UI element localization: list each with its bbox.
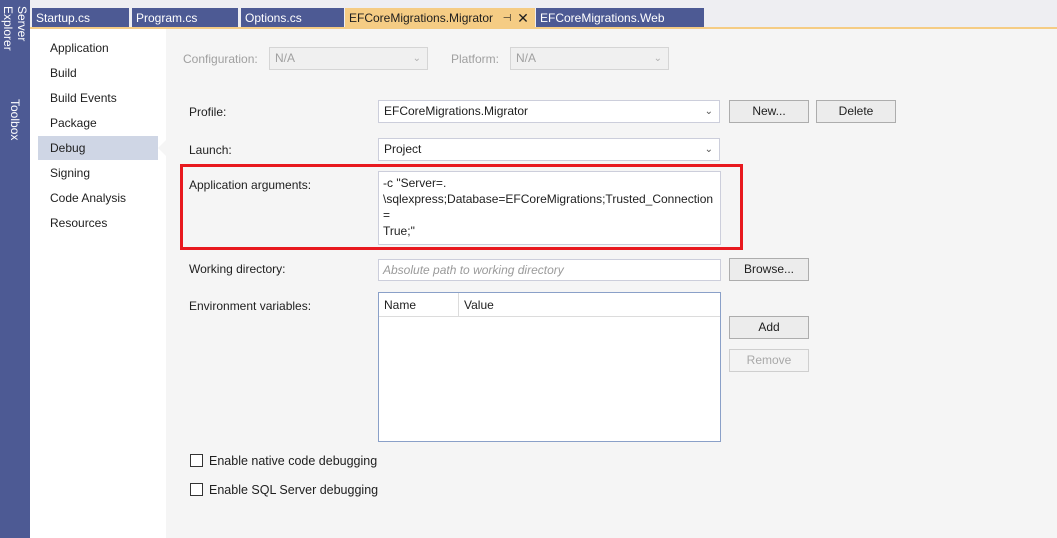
grid-column-value[interactable]: Value <box>459 293 494 317</box>
new-profile-button[interactable]: New... <box>729 100 809 123</box>
launch-value: Project <box>384 142 422 156</box>
nav-item-application[interactable]: Application <box>38 36 158 60</box>
nav-item-signing[interactable]: Signing <box>38 161 158 185</box>
native-debug-checkbox[interactable] <box>190 454 203 467</box>
tool-strip: Server Explorer Toolbox <box>0 0 30 538</box>
profile-value: EFCoreMigrations.Migrator <box>384 104 529 118</box>
property-page-nav: Application Build Build Events Package D… <box>30 29 166 538</box>
debug-page: Configuration: N/A ⌄ Platform: N/A ⌄ Pro… <box>166 29 1057 538</box>
app-args-textarea[interactable]: -c "Server=. \sqlexpress;Database=EFCore… <box>378 171 721 245</box>
selected-arrow <box>158 140 166 156</box>
tab-efcoremigrations-migrator[interactable]: EFCoreMigrations.Migrator ⊣ ✕ <box>345 8 535 29</box>
server-explorer-tab[interactable]: Server Explorer <box>0 6 30 88</box>
chevron-down-icon: ⌄ <box>704 106 713 117</box>
nav-item-debug[interactable]: Debug <box>38 136 158 160</box>
profile-label: Profile: <box>189 105 227 119</box>
working-dir-label: Working directory: <box>189 262 286 276</box>
tab-label: Options.cs <box>245 11 302 25</box>
delete-profile-button[interactable]: Delete <box>816 100 896 123</box>
platform-dropdown: N/A ⌄ <box>510 47 669 70</box>
pin-icon[interactable]: ⊣ <box>501 8 513 29</box>
profile-dropdown[interactable]: EFCoreMigrations.Migrator ⌄ <box>378 100 720 123</box>
configuration-label: Configuration: <box>183 52 258 66</box>
grid-header: Name Value <box>379 293 720 317</box>
native-debug-label[interactable]: Enable native code debugging <box>209 454 377 468</box>
nav-item-build-events[interactable]: Build Events <box>38 86 158 110</box>
remove-env-var-button: Remove <box>729 349 809 372</box>
document-tab-bar: Startup.cs Program.cs Options.cs EFCoreM… <box>30 0 1057 29</box>
toolbox-tab[interactable]: Toolbox <box>0 96 30 144</box>
tab-startup-cs[interactable]: Startup.cs <box>32 8 129 29</box>
platform-value: N/A <box>516 51 537 65</box>
app-args-label: Application arguments: <box>189 178 312 192</box>
working-dir-input[interactable]: Absolute path to working directory <box>378 259 721 281</box>
env-vars-grid[interactable]: Name Value <box>378 292 721 442</box>
launch-dropdown[interactable]: Project ⌄ <box>378 138 720 161</box>
tab-label: Program.cs <box>136 11 198 25</box>
nav-item-build[interactable]: Build <box>38 61 158 85</box>
tab-label: EFCoreMigrations.Migrator <box>349 11 494 25</box>
add-env-var-button[interactable]: Add <box>729 316 809 339</box>
sql-debug-checkbox[interactable] <box>190 483 203 496</box>
nav-item-package[interactable]: Package <box>38 111 158 135</box>
tab-program-cs[interactable]: Program.cs <box>132 8 238 29</box>
tab-label: Startup.cs <box>36 11 91 25</box>
grid-column-name[interactable]: Name <box>379 293 459 317</box>
tab-label: EFCoreMigrations.Web <box>540 11 665 25</box>
configuration-value: N/A <box>275 51 296 65</box>
close-icon[interactable]: ✕ <box>517 8 529 29</box>
tab-efcoremigrations-web[interactable]: EFCoreMigrations.Web <box>536 8 704 29</box>
sql-debug-label[interactable]: Enable SQL Server debugging <box>209 483 378 497</box>
nav-item-code-analysis[interactable]: Code Analysis <box>38 186 158 210</box>
env-vars-label: Environment variables: <box>189 299 312 313</box>
tab-options-cs[interactable]: Options.cs <box>241 8 344 29</box>
browse-button[interactable]: Browse... <box>729 258 809 281</box>
chevron-down-icon: ⌄ <box>653 53 662 64</box>
platform-label: Platform: <box>451 52 500 66</box>
chevron-down-icon: ⌄ <box>412 53 421 64</box>
configuration-dropdown: N/A ⌄ <box>269 47 428 70</box>
nav-item-resources[interactable]: Resources <box>38 211 158 235</box>
chevron-down-icon: ⌄ <box>704 144 713 155</box>
launch-label: Launch: <box>189 143 232 157</box>
